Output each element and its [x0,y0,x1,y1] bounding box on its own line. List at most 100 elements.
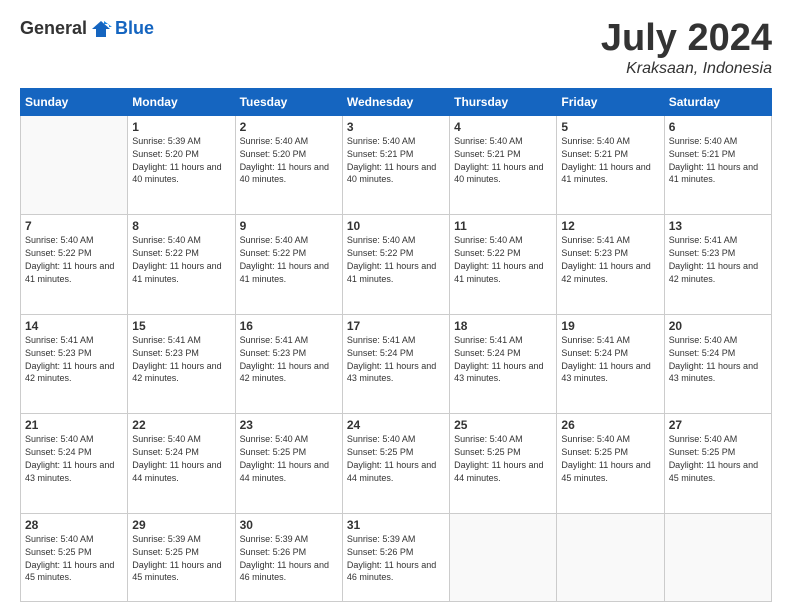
day-number: 12 [561,218,659,234]
day-info: Sunrise: 5:41 AMSunset: 5:23 PMDaylight:… [25,335,114,383]
title-area: July 2024 Kraksaan, Indonesia [601,18,772,78]
day-header-thursday: Thursday [450,88,557,115]
day-number: 18 [454,318,552,334]
day-info: Sunrise: 5:39 AMSunset: 5:25 PMDaylight:… [132,534,221,582]
day-number: 27 [669,417,767,433]
logo-icon [90,19,112,39]
day-cell: 26Sunrise: 5:40 AMSunset: 5:25 PMDayligh… [557,414,664,514]
day-cell: 15Sunrise: 5:41 AMSunset: 5:23 PMDayligh… [128,314,235,414]
day-cell: 31Sunrise: 5:39 AMSunset: 5:26 PMDayligh… [342,513,449,601]
day-cell: 10Sunrise: 5:40 AMSunset: 5:22 PMDayligh… [342,215,449,315]
day-cell: 9Sunrise: 5:40 AMSunset: 5:22 PMDaylight… [235,215,342,315]
day-number: 5 [561,119,659,135]
day-cell [557,513,664,601]
day-info: Sunrise: 5:39 AMSunset: 5:26 PMDaylight:… [240,534,329,582]
day-number: 24 [347,417,445,433]
day-info: Sunrise: 5:40 AMSunset: 5:25 PMDaylight:… [669,434,758,482]
day-cell: 11Sunrise: 5:40 AMSunset: 5:22 PMDayligh… [450,215,557,315]
day-cell: 23Sunrise: 5:40 AMSunset: 5:25 PMDayligh… [235,414,342,514]
day-cell [664,513,771,601]
day-cell: 12Sunrise: 5:41 AMSunset: 5:23 PMDayligh… [557,215,664,315]
day-cell: 28Sunrise: 5:40 AMSunset: 5:25 PMDayligh… [21,513,128,601]
day-info: Sunrise: 5:41 AMSunset: 5:24 PMDaylight:… [561,335,650,383]
day-number: 8 [132,218,230,234]
day-cell: 18Sunrise: 5:41 AMSunset: 5:24 PMDayligh… [450,314,557,414]
day-info: Sunrise: 5:41 AMSunset: 5:24 PMDaylight:… [347,335,436,383]
day-cell: 2Sunrise: 5:40 AMSunset: 5:20 PMDaylight… [235,115,342,215]
day-cell: 29Sunrise: 5:39 AMSunset: 5:25 PMDayligh… [128,513,235,601]
day-number: 6 [669,119,767,135]
day-cell [21,115,128,215]
day-info: Sunrise: 5:41 AMSunset: 5:24 PMDaylight:… [454,335,543,383]
day-info: Sunrise: 5:40 AMSunset: 5:21 PMDaylight:… [669,136,758,184]
day-cell: 19Sunrise: 5:41 AMSunset: 5:24 PMDayligh… [557,314,664,414]
day-cell: 4Sunrise: 5:40 AMSunset: 5:21 PMDaylight… [450,115,557,215]
day-cell: 5Sunrise: 5:40 AMSunset: 5:21 PMDaylight… [557,115,664,215]
logo-text-general: General [20,18,87,39]
day-number: 13 [669,218,767,234]
day-number: 22 [132,417,230,433]
header: General Blue July 2024 Kraksaan, Indones… [20,18,772,78]
day-info: Sunrise: 5:41 AMSunset: 5:23 PMDaylight:… [561,235,650,283]
week-row-4: 21Sunrise: 5:40 AMSunset: 5:24 PMDayligh… [21,414,772,514]
day-cell: 13Sunrise: 5:41 AMSunset: 5:23 PMDayligh… [664,215,771,315]
day-info: Sunrise: 5:39 AMSunset: 5:20 PMDaylight:… [132,136,221,184]
day-cell [450,513,557,601]
day-number: 21 [25,417,123,433]
day-cell: 16Sunrise: 5:41 AMSunset: 5:23 PMDayligh… [235,314,342,414]
day-info: Sunrise: 5:40 AMSunset: 5:25 PMDaylight:… [240,434,329,482]
day-number: 9 [240,218,338,234]
day-cell: 20Sunrise: 5:40 AMSunset: 5:24 PMDayligh… [664,314,771,414]
day-number: 14 [25,318,123,334]
logo: General Blue [20,18,154,39]
day-info: Sunrise: 5:40 AMSunset: 5:25 PMDaylight:… [561,434,650,482]
day-cell: 7Sunrise: 5:40 AMSunset: 5:22 PMDaylight… [21,215,128,315]
day-cell: 8Sunrise: 5:40 AMSunset: 5:22 PMDaylight… [128,215,235,315]
day-cell: 17Sunrise: 5:41 AMSunset: 5:24 PMDayligh… [342,314,449,414]
day-number: 23 [240,417,338,433]
day-info: Sunrise: 5:40 AMSunset: 5:22 PMDaylight:… [25,235,114,283]
day-cell: 24Sunrise: 5:40 AMSunset: 5:25 PMDayligh… [342,414,449,514]
day-info: Sunrise: 5:40 AMSunset: 5:25 PMDaylight:… [454,434,543,482]
day-info: Sunrise: 5:40 AMSunset: 5:25 PMDaylight:… [25,534,114,582]
day-number: 29 [132,517,230,533]
day-cell: 6Sunrise: 5:40 AMSunset: 5:21 PMDaylight… [664,115,771,215]
day-cell: 27Sunrise: 5:40 AMSunset: 5:25 PMDayligh… [664,414,771,514]
day-number: 15 [132,318,230,334]
day-cell: 21Sunrise: 5:40 AMSunset: 5:24 PMDayligh… [21,414,128,514]
week-row-5: 28Sunrise: 5:40 AMSunset: 5:25 PMDayligh… [21,513,772,601]
location: Kraksaan, Indonesia [601,60,772,78]
day-header-friday: Friday [557,88,664,115]
day-header-sunday: Sunday [21,88,128,115]
day-cell: 22Sunrise: 5:40 AMSunset: 5:24 PMDayligh… [128,414,235,514]
day-number: 25 [454,417,552,433]
day-info: Sunrise: 5:40 AMSunset: 5:22 PMDaylight:… [132,235,221,283]
day-info: Sunrise: 5:40 AMSunset: 5:25 PMDaylight:… [347,434,436,482]
day-cell: 14Sunrise: 5:41 AMSunset: 5:23 PMDayligh… [21,314,128,414]
day-number: 10 [347,218,445,234]
day-number: 19 [561,318,659,334]
calendar-table: SundayMondayTuesdayWednesdayThursdayFrid… [20,88,772,602]
header-row: SundayMondayTuesdayWednesdayThursdayFrid… [21,88,772,115]
day-cell: 25Sunrise: 5:40 AMSunset: 5:25 PMDayligh… [450,414,557,514]
day-number: 4 [454,119,552,135]
day-info: Sunrise: 5:41 AMSunset: 5:23 PMDaylight:… [240,335,329,383]
logo-area: General Blue [20,18,154,39]
day-info: Sunrise: 5:39 AMSunset: 5:26 PMDaylight:… [347,534,436,582]
day-number: 16 [240,318,338,334]
day-info: Sunrise: 5:41 AMSunset: 5:23 PMDaylight:… [132,335,221,383]
day-info: Sunrise: 5:41 AMSunset: 5:23 PMDaylight:… [669,235,758,283]
day-info: Sunrise: 5:40 AMSunset: 5:24 PMDaylight:… [25,434,114,482]
day-number: 20 [669,318,767,334]
day-header-tuesday: Tuesday [235,88,342,115]
day-info: Sunrise: 5:40 AMSunset: 5:22 PMDaylight:… [240,235,329,283]
day-info: Sunrise: 5:40 AMSunset: 5:22 PMDaylight:… [454,235,543,283]
day-number: 28 [25,517,123,533]
day-number: 30 [240,517,338,533]
week-row-2: 7Sunrise: 5:40 AMSunset: 5:22 PMDaylight… [21,215,772,315]
day-number: 1 [132,119,230,135]
day-cell: 3Sunrise: 5:40 AMSunset: 5:21 PMDaylight… [342,115,449,215]
month-title: July 2024 [601,18,772,60]
week-row-3: 14Sunrise: 5:41 AMSunset: 5:23 PMDayligh… [21,314,772,414]
day-info: Sunrise: 5:40 AMSunset: 5:24 PMDaylight:… [132,434,221,482]
